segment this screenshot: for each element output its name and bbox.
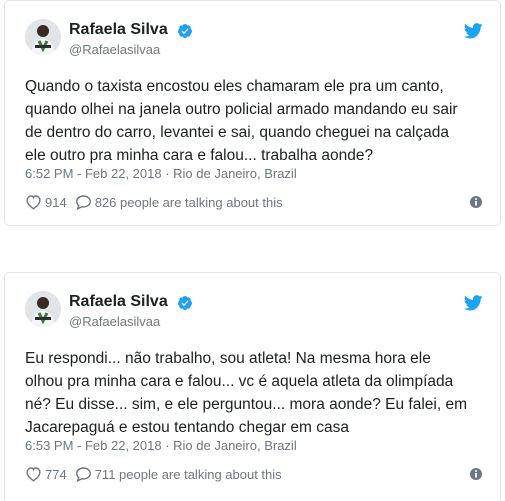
tweet-text-line: de dentro do carro, levantei e sai, quan…	[25, 124, 449, 141]
author-name[interactable]: Rafaela Silva	[69, 21, 168, 39]
like-count: 914	[45, 194, 67, 210]
like-button[interactable]: 774	[25, 466, 67, 482]
tweet-text: Quando o taxista encostou eles chamaram …	[25, 75, 495, 167]
tweet-meta: 6:53 PM - Feb 22, 2018 · Rio de Janeiro,…	[25, 438, 297, 453]
tweet-text-line: olhou pra minha cara e falou... vc é aqu…	[25, 373, 454, 390]
tweet-text-line: quando olhei na janela outro policial ar…	[25, 101, 458, 118]
heart-icon	[26, 467, 41, 482]
verified-badge-icon	[177, 24, 192, 38]
tweet-location[interactable]: Rio de Janeiro, Brazil	[173, 166, 297, 181]
avatar-image	[25, 19, 61, 55]
tweet-text-line: Quando o taxista encostou eles chamaram …	[25, 78, 444, 95]
author-handle[interactable]: @Rafaelasilvaa	[69, 42, 160, 57]
verified-badge-icon	[177, 296, 192, 310]
like-count: 774	[45, 466, 67, 482]
reply-bubble-icon	[75, 467, 91, 482]
reply-bubble-icon	[75, 195, 91, 210]
tweet-actions: 914 826 people are talking about this	[25, 194, 291, 210]
tweet-timestamp[interactable]: 6:53 PM - Feb 22, 2018	[25, 438, 162, 453]
author-handle[interactable]: @Rafaelasilvaa	[69, 314, 160, 329]
meta-separator: ·	[161, 166, 174, 181]
author-name[interactable]: Rafaela Silva	[69, 293, 168, 311]
tweet-card[interactable]: Rafaela Silva @Rafaelasilvaa Eu respondi…	[4, 272, 501, 501]
tweet-text-line: Jacarepaguá e estou tentando chegar em c…	[25, 419, 350, 436]
meta-separator: ·	[161, 438, 174, 453]
reply-button[interactable]: 711 people are talking about this	[75, 466, 282, 482]
reply-button[interactable]: 826 people are talking about this	[75, 194, 283, 210]
info-icon[interactable]	[469, 195, 483, 209]
avatar[interactable]	[25, 19, 61, 55]
tweet-text: Eu respondi... não trabalho, sou atleta!…	[25, 347, 495, 439]
twitter-bird-icon[interactable]	[464, 295, 483, 311]
avatar-image	[25, 291, 61, 327]
tweet-text-line: Eu respondi... não trabalho, sou atleta!…	[25, 350, 431, 367]
tweet-text-line: né? Eu disse... sim, e ele perguntou... …	[25, 396, 468, 413]
twitter-bird-icon[interactable]	[464, 23, 483, 39]
info-icon[interactable]	[469, 467, 483, 481]
tweet-text-line: ele outro pra minha cara e falou... trab…	[25, 147, 374, 164]
avatar[interactable]	[25, 291, 61, 327]
tweet-actions: 774 711 people are talking about this	[25, 466, 290, 482]
tweet-card[interactable]: Rafaela Silva @Rafaelasilvaa Quando o ta…	[4, 0, 501, 226]
talking-count: 711 people are talking about this	[94, 466, 282, 482]
tweet-timestamp[interactable]: 6:52 PM - Feb 22, 2018	[25, 166, 162, 181]
heart-icon	[26, 195, 41, 210]
tweet-meta: 6:52 PM - Feb 22, 2018 · Rio de Janeiro,…	[25, 166, 297, 181]
like-button[interactable]: 914	[25, 194, 67, 210]
talking-count: 826 people are talking about this	[94, 194, 283, 210]
tweet-location[interactable]: Rio de Janeiro, Brazil	[173, 438, 297, 453]
